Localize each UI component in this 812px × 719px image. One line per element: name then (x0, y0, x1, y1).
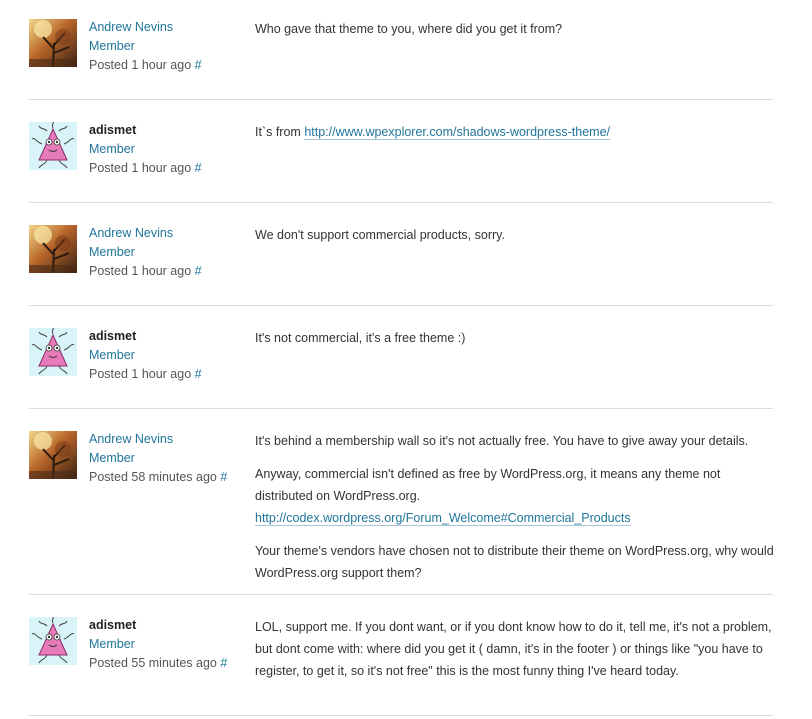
post: Andrew Nevins Member Posted 1 hour ago #… (29, 206, 773, 306)
post: adismet Member Posted 1 hour ago # It's … (29, 309, 773, 409)
forum-thread: Andrew Nevins Member Posted 1 hour ago #… (0, 0, 812, 719)
posted-text: Posted 1 hour ago (89, 58, 192, 72)
post-paragraph: Who gave that theme to you, where did yo… (255, 22, 563, 36)
post-text: It`s from (255, 125, 305, 139)
post: adismet Member Posted 55 minutes ago # L… (29, 598, 773, 716)
codex-link[interactable]: http://codex.wordpress.org/Forum_Welcome… (255, 511, 631, 526)
permalink-link[interactable]: # (195, 161, 202, 175)
permalink-link[interactable]: # (195, 367, 202, 381)
post-text: Anyway, commercial isn't defined as free… (255, 467, 721, 503)
author-role-link[interactable]: Member (89, 346, 202, 365)
post-paragraph: It`s from http://www.wpexplorer.com/shad… (255, 121, 775, 143)
post-content: It`s from http://www.wpexplorer.com/shad… (255, 121, 775, 152)
post-timestamp: Posted 58 minutes ago # (89, 468, 227, 487)
post-paragraph: It's not commercial, it's a free theme :… (255, 331, 466, 345)
post-timestamp: Posted 55 minutes ago # (89, 654, 227, 673)
author-role-link[interactable]: Member (89, 243, 202, 262)
author-role-link[interactable]: Member (89, 140, 202, 159)
posted-text: Posted 1 hour ago (89, 264, 192, 278)
posted-text: Posted 1 hour ago (89, 161, 192, 175)
permalink-link[interactable]: # (195, 58, 202, 72)
posted-text: Posted 58 minutes ago (89, 470, 217, 484)
permalink-link[interactable]: # (195, 264, 202, 278)
avatar[interactable] (29, 431, 77, 479)
theme-url-link[interactable]: http://www.wpexplorer.com/shadows-wordpr… (304, 125, 610, 140)
post-timestamp: Posted 1 hour ago # (89, 365, 202, 384)
post-content: We don't support commercial products, so… (255, 224, 775, 255)
post-content: Who gave that theme to you, where did yo… (255, 18, 775, 49)
author-name: adismet (89, 618, 137, 632)
post-author: Andrew Nevins Member Posted 1 hour ago # (89, 224, 202, 281)
author-name-link[interactable]: Andrew Nevins (89, 18, 202, 37)
author-role-link[interactable]: Member (89, 635, 227, 654)
author-role-link[interactable]: Member (89, 449, 227, 468)
post: Andrew Nevins Member Posted 58 minutes a… (29, 412, 775, 595)
post-author: adismet Member Posted 55 minutes ago # (89, 616, 227, 673)
post-timestamp: Posted 1 hour ago # (89, 56, 202, 75)
avatar[interactable] (29, 19, 77, 67)
author-name: adismet (89, 123, 137, 137)
post-content: It's not commercial, it's a free theme :… (255, 327, 775, 358)
post: Andrew Nevins Member Posted 1 hour ago #… (29, 0, 773, 100)
post-author: Andrew Nevins Member Posted 58 minutes a… (89, 430, 227, 487)
avatar[interactable] (29, 617, 77, 665)
post-author: Andrew Nevins Member Posted 1 hour ago # (89, 18, 202, 75)
post-author: adismet Member Posted 1 hour ago # (89, 327, 202, 384)
author-name-link[interactable]: Andrew Nevins (89, 430, 227, 449)
post-timestamp: Posted 1 hour ago # (89, 159, 202, 178)
avatar[interactable] (29, 328, 77, 376)
post-paragraph: It's behind a membership wall so it's no… (255, 434, 749, 448)
avatar[interactable] (29, 122, 77, 170)
post-timestamp: Posted 1 hour ago # (89, 262, 202, 281)
author-name: adismet (89, 329, 137, 343)
post-content: LOL, support me. If you dont want, or if… (255, 616, 775, 691)
post-paragraph: LOL, support me. If you dont want, or if… (255, 620, 772, 678)
permalink-link[interactable]: # (220, 656, 227, 670)
post-author: adismet Member Posted 1 hour ago # (89, 121, 202, 178)
post-content: It's behind a membership wall so it's no… (255, 430, 775, 593)
post-paragraph: Your theme's vendors have chosen not to … (255, 544, 774, 580)
posted-text: Posted 1 hour ago (89, 367, 192, 381)
author-role-link[interactable]: Member (89, 37, 202, 56)
post-paragraph: We don't support commercial products, so… (255, 228, 505, 242)
permalink-link[interactable]: # (220, 470, 227, 484)
avatar[interactable] (29, 225, 77, 273)
post: adismet Member Posted 1 hour ago # It`s … (29, 103, 773, 203)
posted-text: Posted 55 minutes ago (89, 656, 217, 670)
post-paragraph: Anyway, commercial isn't defined as free… (255, 463, 775, 529)
author-name-link[interactable]: Andrew Nevins (89, 224, 202, 243)
